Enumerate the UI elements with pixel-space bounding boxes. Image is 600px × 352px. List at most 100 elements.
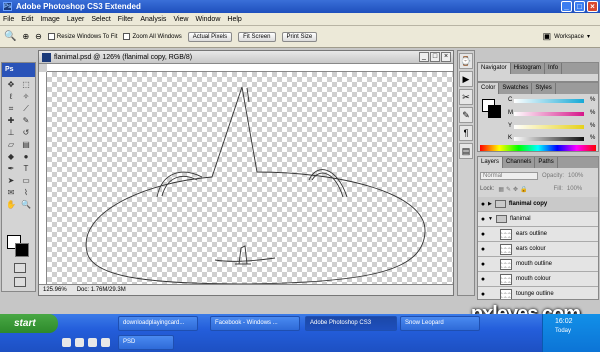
layer-row[interactable]: ● ears outline <box>478 227 598 242</box>
ruler-vertical[interactable] <box>39 72 47 284</box>
notes-tool-icon[interactable]: ✉ <box>4 187 18 198</box>
taskbar-item-psd-folder[interactable]: PSD <box>118 335 174 350</box>
channel-y-slider[interactable] <box>514 125 584 129</box>
visibility-eye-icon[interactable]: ● <box>478 276 488 283</box>
menu-help[interactable]: Help <box>227 16 241 23</box>
lock-icons[interactable]: ▦✎✥🔒 <box>498 186 529 193</box>
brushes-panel-icon[interactable]: ✎ <box>459 107 473 123</box>
tab-info[interactable]: Info <box>545 63 563 74</box>
ruler-horizontal[interactable] <box>47 64 453 72</box>
app-icon[interactable] <box>101 338 110 347</box>
layer-row[interactable]: ● tounge outline <box>478 287 598 299</box>
taskbar-item-download[interactable]: downloadplayingcard... <box>118 316 198 331</box>
eyedropper-icon[interactable]: ⌇ <box>19 187 33 198</box>
minimize-button[interactable]: _ <box>561 1 572 12</box>
media-icon[interactable] <box>62 338 71 347</box>
history-brush-icon[interactable]: ↺ <box>19 127 33 138</box>
resize-windows-checkbox[interactable]: Resize Windows To Fit <box>47 33 117 40</box>
visibility-eye-icon[interactable]: ● <box>478 246 488 253</box>
visibility-eye-icon[interactable]: ● <box>478 201 488 208</box>
doc-close-button[interactable]: × <box>441 52 451 62</box>
layer-comps-icon[interactable]: ▤ <box>459 143 473 159</box>
color-spectrum-bar[interactable] <box>480 145 596 151</box>
layer-row[interactable]: ● mouth outline <box>478 257 598 272</box>
explorer-icon[interactable] <box>88 338 97 347</box>
lasso-tool-icon[interactable]: ℓ <box>4 91 18 102</box>
channel-m-slider[interactable] <box>514 112 584 116</box>
doc-minimize-button[interactable]: _ <box>419 52 429 62</box>
menu-edit[interactable]: Edit <box>21 16 33 23</box>
gradient-tool-icon[interactable]: ▤ <box>19 139 33 150</box>
tools-preset-icon[interactable]: ✂ <box>459 89 473 105</box>
visibility-eye-icon[interactable]: ● <box>478 291 488 298</box>
fill-field[interactable]: 100% <box>567 186 582 192</box>
blur-tool-icon[interactable]: ◆ <box>4 151 18 162</box>
channel-k-value[interactable]: % <box>590 135 595 141</box>
channel-k-slider[interactable] <box>514 137 584 141</box>
channel-c-slider[interactable] <box>514 99 584 103</box>
shape-tool-icon[interactable]: ▭ <box>19 175 33 186</box>
menu-analysis[interactable]: Analysis <box>140 16 166 23</box>
clone-source-icon[interactable]: ¶ <box>459 125 473 141</box>
chevron-right-icon[interactable]: ▶ <box>488 201 492 207</box>
menu-image[interactable]: Image <box>40 16 59 23</box>
opacity-field[interactable]: 100% <box>568 173 583 179</box>
screen-mode-icon[interactable] <box>14 277 26 287</box>
zoom-tool-icon[interactable]: 🔍 <box>4 31 16 42</box>
zoom-all-windows-checkbox[interactable]: Zoom All Windows <box>123 33 182 40</box>
fit-screen-button[interactable]: Fit Screen <box>238 31 276 42</box>
color-bg-swatch[interactable] <box>488 105 501 118</box>
tab-styles[interactable]: Styles <box>532 83 556 94</box>
taskbar-item-snow-leopard[interactable]: Snow Leopard <box>400 316 480 331</box>
healing-brush-icon[interactable]: ✚ <box>4 115 18 126</box>
visibility-eye-icon[interactable]: ● <box>478 231 488 238</box>
background-color-swatch[interactable] <box>15 243 29 257</box>
menu-filter[interactable]: Filter <box>118 16 134 23</box>
zoom-tool-icon[interactable]: 🔍 <box>19 199 33 210</box>
zoom-in-icon[interactable]: ⊕ <box>22 32 29 41</box>
taskbar-item-photoshop[interactable]: Adobe Photoshop CS3 <box>305 316 397 331</box>
menu-view[interactable]: View <box>173 16 188 23</box>
browser-icon[interactable] <box>75 338 84 347</box>
magic-wand-icon[interactable]: ✧ <box>19 91 33 102</box>
quick-mask-icon[interactable] <box>14 263 26 273</box>
zoom-out-icon[interactable]: ⊖ <box>35 32 42 41</box>
blend-mode-select[interactable]: Normal <box>480 172 538 180</box>
print-size-button[interactable]: Print Size <box>281 31 318 42</box>
menu-window[interactable]: Window <box>195 16 220 23</box>
tab-paths[interactable]: Paths <box>535 157 558 168</box>
canvas[interactable] <box>47 72 453 284</box>
layer-row[interactable]: ● ▶ flanimal copy <box>478 197 598 212</box>
channel-c-value[interactable]: % <box>590 97 595 103</box>
actions-panel-icon[interactable]: ▶ <box>459 71 473 87</box>
menu-select[interactable]: Select <box>91 16 110 23</box>
visibility-eye-icon[interactable]: ● <box>478 216 488 223</box>
channel-m-value[interactable]: % <box>590 110 595 116</box>
marquee-tool-icon[interactable]: ⬚ <box>19 79 33 90</box>
tab-histogram[interactable]: Histogram <box>511 63 546 74</box>
hand-tool-icon[interactable]: ✋ <box>4 199 18 210</box>
path-select-icon[interactable]: ➤ <box>4 175 18 186</box>
pen-tool-icon[interactable]: ✒ <box>4 163 18 174</box>
actual-pixels-button[interactable]: Actual Pixels <box>187 31 233 42</box>
start-button[interactable]: start <box>0 314 58 333</box>
type-tool-icon[interactable]: T <box>19 163 33 174</box>
tab-layers[interactable]: Layers <box>478 157 504 168</box>
layer-row[interactable]: ● ▼ flanimal <box>478 212 598 227</box>
slice-tool-icon[interactable]: ⟋ <box>19 103 33 114</box>
history-panel-icon[interactable]: ⌚ <box>459 53 473 69</box>
tab-color[interactable]: Color <box>478 83 500 94</box>
clock[interactable]: 16:02 <box>555 318 573 325</box>
taskbar-item-facebook[interactable]: Facebook - Windows ... <box>210 316 300 331</box>
doc-maximize-button[interactable]: □ <box>430 52 440 62</box>
brush-tool-icon[interactable]: ✎ <box>19 115 33 126</box>
eraser-tool-icon[interactable]: ▱ <box>4 139 18 150</box>
tab-navigator[interactable]: Navigator <box>478 63 511 74</box>
tab-channels[interactable]: Channels <box>503 157 536 168</box>
move-tool-icon[interactable]: ✥ <box>4 79 18 90</box>
layer-row[interactable]: ● mouth colour <box>478 272 598 287</box>
workspace-menu[interactable]: ▣ Workspace ▾ <box>543 31 590 42</box>
dodge-tool-icon[interactable]: ● <box>19 151 33 162</box>
maximize-button[interactable]: □ <box>574 1 585 12</box>
channel-y-value[interactable]: % <box>590 123 595 129</box>
